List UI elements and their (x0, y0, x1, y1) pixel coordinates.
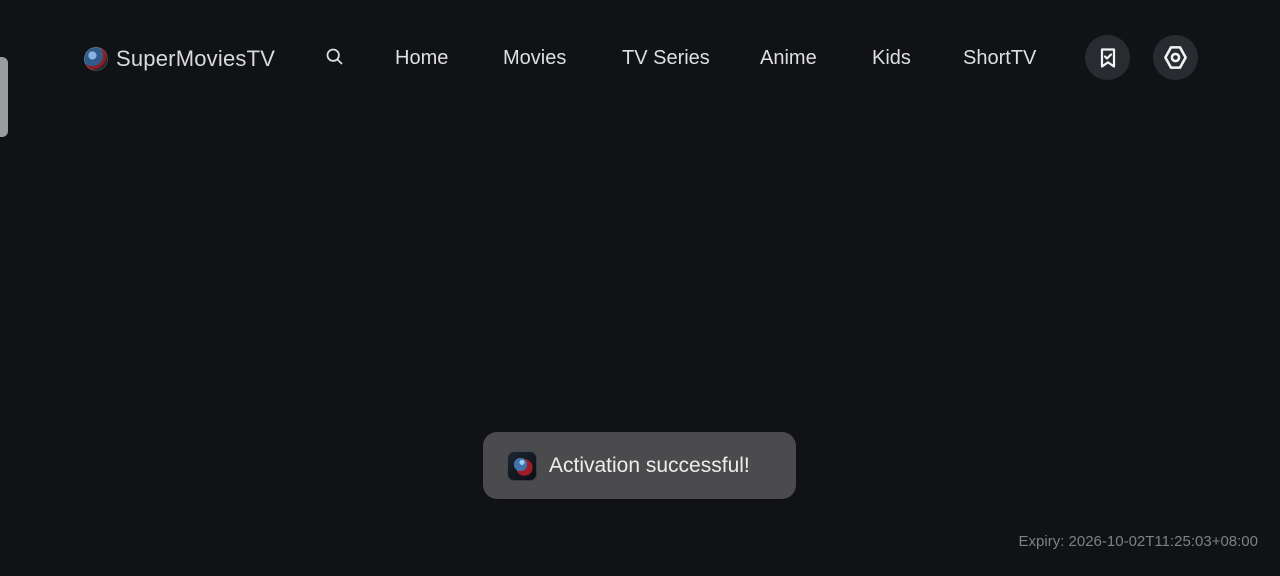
search-icon (326, 48, 342, 64)
app-logo-icon (84, 47, 108, 71)
nav-anime[interactable]: Anime (760, 44, 817, 72)
nav-kids[interactable]: Kids (872, 44, 911, 72)
expiry-text: Expiry: 2026-10-02T11:25:03+08:00 (1018, 533, 1258, 550)
search-button[interactable] (322, 44, 346, 68)
bookmark-check-icon (1100, 47, 1115, 68)
app-screen: SuperMoviesTV Home Movies TV Series Anim… (0, 0, 1280, 576)
toast-message: Activation successful! (549, 453, 750, 477)
nav-tv-series[interactable]: TV Series (622, 44, 710, 72)
nav-home[interactable]: Home (395, 44, 448, 72)
app-name: SuperMoviesTV (116, 46, 276, 71)
top-navigation-bar: SuperMoviesTV Home Movies TV Series Anim… (0, 0, 1280, 115)
app-logo-icon (507, 450, 537, 481)
nav-shorttv[interactable]: ShortTV (963, 44, 1036, 72)
activation-toast: Activation successful! (483, 432, 796, 499)
watchlist-button[interactable] (1085, 35, 1130, 80)
settings-button[interactable] (1153, 35, 1198, 80)
settings-icon (1164, 46, 1187, 69)
nav-movies[interactable]: Movies (503, 44, 566, 72)
brand[interactable]: SuperMoviesTV (84, 44, 275, 74)
